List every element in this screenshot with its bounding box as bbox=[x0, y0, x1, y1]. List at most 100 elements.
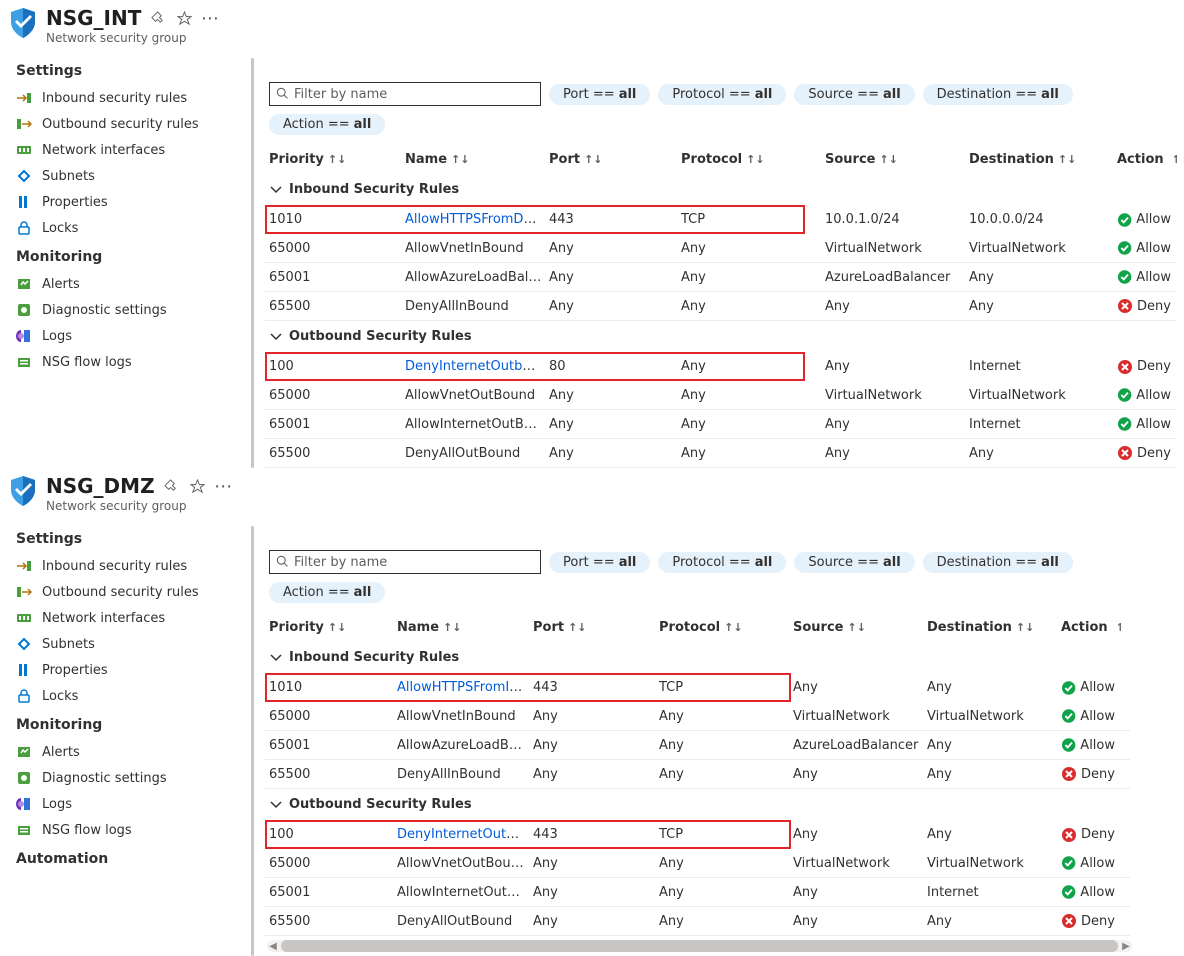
subnets-icon bbox=[16, 168, 32, 184]
col-port[interactable]: Port↑↓ bbox=[549, 152, 681, 167]
rule-row[interactable]: 1010 AllowHTTPSFromDMZ 443 TCP 10.0.1.0/… bbox=[265, 205, 1177, 234]
cell-action: Allow bbox=[1061, 737, 1121, 753]
rule-row[interactable]: 65500 DenyAllOutBound Any Any Any Any De… bbox=[265, 907, 1130, 936]
sidebar-item-locks[interactable]: Locks bbox=[0, 683, 253, 709]
horizontal-scrollbar[interactable]: ◀▶ bbox=[267, 940, 1132, 952]
filter-chip-protocol[interactable]: Protocol == all bbox=[658, 552, 786, 573]
star-icon[interactable] bbox=[189, 477, 207, 495]
cell-name: DenyAllOutBound bbox=[397, 914, 533, 929]
rule-name-link[interactable]: DenyInternetOutbound bbox=[397, 827, 533, 842]
rule-row[interactable]: 65000 AllowVnetInBound Any Any VirtualNe… bbox=[265, 234, 1177, 263]
sidebar-item-subnets[interactable]: Subnets bbox=[0, 631, 253, 657]
filter-chip-destination[interactable]: Destination == all bbox=[923, 552, 1073, 573]
properties-icon bbox=[16, 194, 32, 210]
search-input[interactable]: Filter by name bbox=[269, 82, 541, 106]
rule-row[interactable]: 65000 AllowVnetOutBound Any Any VirtualN… bbox=[265, 381, 1177, 410]
filter-chip-action[interactable]: Action == all bbox=[269, 582, 385, 603]
more-icon[interactable]: ⋯ bbox=[215, 477, 233, 495]
rules-section-header[interactable]: Outbound Security Rules bbox=[265, 321, 1177, 352]
cell-destination: Internet bbox=[969, 359, 1117, 374]
sidebar-item-outbound[interactable]: Outbound security rules bbox=[0, 111, 253, 137]
sidebar-item-logs[interactable]: Logs bbox=[0, 791, 253, 817]
rule-name-link[interactable]: AllowHTTPSFromInter… bbox=[397, 680, 533, 695]
rule-name: AllowInternetOutBound bbox=[405, 417, 549, 432]
more-icon[interactable]: ⋯ bbox=[201, 9, 219, 27]
col-name[interactable]: Name↑↓ bbox=[397, 620, 533, 635]
sidebar-item-label: Properties bbox=[42, 195, 108, 210]
rule-name-link[interactable]: DenyInternetOutbound bbox=[405, 359, 549, 374]
col-protocol[interactable]: Protocol↑↓ bbox=[681, 152, 825, 167]
rule-name: AllowInternetOutBound bbox=[397, 885, 533, 900]
filter-chip-port[interactable]: Port == all bbox=[549, 84, 650, 105]
star-icon[interactable] bbox=[175, 9, 193, 27]
rules-section-header[interactable]: Inbound Security Rules bbox=[265, 642, 1130, 673]
filter-chip-action[interactable]: Action == all bbox=[269, 114, 385, 135]
col-protocol[interactable]: Protocol↑↓ bbox=[659, 620, 793, 635]
rule-name-link[interactable]: AllowHTTPSFromDMZ bbox=[405, 212, 544, 227]
sidebar-item-diag[interactable]: Diagnostic settings bbox=[0, 297, 253, 323]
rule-row[interactable]: 65001 AllowInternetOutBound Any Any Any … bbox=[265, 410, 1177, 439]
search-input[interactable]: Filter by name bbox=[269, 550, 541, 574]
cell-priority: 65001 bbox=[269, 270, 405, 285]
sidebar-item-nic[interactable]: Network interfaces bbox=[0, 605, 253, 631]
rule-row[interactable]: 65001 AllowAzureLoadBalan… Any Any Azure… bbox=[265, 731, 1130, 760]
rule-row[interactable]: 65000 AllowVnetInBound Any Any VirtualNe… bbox=[265, 702, 1130, 731]
cell-destination: VirtualNetwork bbox=[927, 709, 1061, 724]
sidebar-item-properties[interactable]: Properties bbox=[0, 657, 253, 683]
filter-chip-port[interactable]: Port == all bbox=[549, 552, 650, 573]
rule-row[interactable]: 100 DenyInternetOutbound 80 Any Any Inte… bbox=[265, 352, 1177, 381]
pin-icon[interactable] bbox=[149, 9, 167, 27]
col-source[interactable]: Source↑↓ bbox=[793, 620, 927, 635]
rule-row[interactable]: 65000 AllowVnetOutBound Any Any VirtualN… bbox=[265, 849, 1130, 878]
scrollbar-thumb[interactable] bbox=[281, 940, 1118, 952]
filter-chip-destination[interactable]: Destination == all bbox=[923, 84, 1073, 105]
rule-row[interactable]: 65500 DenyAllOutBound Any Any Any Any De… bbox=[265, 439, 1177, 468]
sidebar-item-logs[interactable]: Logs bbox=[0, 323, 253, 349]
sidebar-item-outbound[interactable]: Outbound security rules bbox=[0, 579, 253, 605]
sidebar-item-flow[interactable]: NSG flow logs bbox=[0, 817, 253, 843]
filter-chip-source[interactable]: Source == all bbox=[794, 552, 914, 573]
cell-destination: VirtualNetwork bbox=[969, 241, 1117, 256]
cell-destination: Any bbox=[927, 680, 1061, 695]
col-source[interactable]: Source↑↓ bbox=[825, 152, 969, 167]
filter-chip-protocol[interactable]: Protocol == all bbox=[658, 84, 786, 105]
filter-chip-source[interactable]: Source == all bbox=[794, 84, 914, 105]
sidebar-item-diag[interactable]: Diagnostic settings bbox=[0, 765, 253, 791]
col-priority[interactable]: Priority↑↓ bbox=[269, 152, 405, 167]
rule-row[interactable]: 65500 DenyAllInBound Any Any Any Any Den… bbox=[265, 760, 1130, 789]
col-name[interactable]: Name↑↓ bbox=[405, 152, 549, 167]
sidebar-item-flow[interactable]: NSG flow logs bbox=[0, 349, 253, 375]
sidebar-item-label: Alerts bbox=[42, 745, 80, 760]
sidebar-item-subnets[interactable]: Subnets bbox=[0, 163, 253, 189]
sidebar-item-inbound[interactable]: Inbound security rules bbox=[0, 553, 253, 579]
cell-name: DenyAllInBound bbox=[405, 299, 549, 314]
cell-action: Allow bbox=[1117, 269, 1177, 285]
cell-action: Allow bbox=[1061, 884, 1121, 900]
rule-row[interactable]: 65500 DenyAllInBound Any Any Any Any Den… bbox=[265, 292, 1177, 321]
col-destination[interactable]: Destination↑↓ bbox=[927, 620, 1061, 635]
sidebar-item-alerts[interactable]: Alerts bbox=[0, 271, 253, 297]
sidebar-item-inbound[interactable]: Inbound security rules bbox=[0, 85, 253, 111]
cell-source: Any bbox=[793, 827, 927, 842]
col-action[interactable]: Action↑↓ bbox=[1117, 152, 1177, 167]
col-destination[interactable]: Destination↑↓ bbox=[969, 152, 1117, 167]
sidebar-item-label: Network interfaces bbox=[42, 611, 165, 626]
cell-source: VirtualNetwork bbox=[825, 241, 969, 256]
rule-row[interactable]: 65001 AllowInternetOutBound Any Any Any … bbox=[265, 878, 1130, 907]
rules-section-header[interactable]: Outbound Security Rules bbox=[265, 789, 1130, 820]
col-priority[interactable]: Priority↑↓ bbox=[269, 620, 397, 635]
rule-row[interactable]: 65001 AllowAzureLoadBalance… Any Any Azu… bbox=[265, 263, 1177, 292]
rule-row[interactable]: 1010 AllowHTTPSFromInter… 443 TCP Any An… bbox=[265, 673, 1130, 702]
rule-row[interactable]: 100 DenyInternetOutbound 443 TCP Any Any… bbox=[265, 820, 1130, 849]
rules-section-header[interactable]: Inbound Security Rules bbox=[265, 174, 1177, 205]
sidebar-item-alerts[interactable]: Alerts bbox=[0, 739, 253, 765]
sidebar-item-nic[interactable]: Network interfaces bbox=[0, 137, 253, 163]
pin-icon[interactable] bbox=[163, 477, 181, 495]
col-port[interactable]: Port↑↓ bbox=[533, 620, 659, 635]
cell-name: DenyAllOutBound bbox=[405, 446, 549, 461]
cell-priority: 100 bbox=[269, 359, 405, 374]
col-action[interactable]: Action↑↓ bbox=[1061, 620, 1121, 635]
sidebar-item-locks[interactable]: Locks bbox=[0, 215, 253, 241]
sidebar-item-properties[interactable]: Properties bbox=[0, 189, 253, 215]
cell-name: DenyInternetOutbound bbox=[405, 359, 549, 374]
